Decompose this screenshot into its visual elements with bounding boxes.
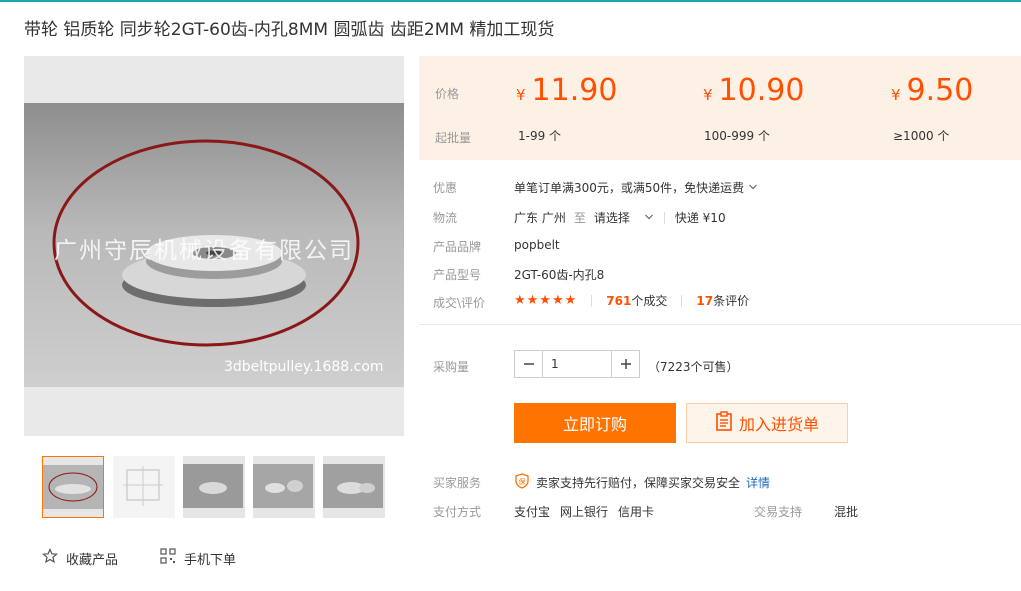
service-details-link[interactable]: 详情 xyxy=(746,474,770,491)
svg-text:保: 保 xyxy=(519,477,526,486)
discount-label: 优惠 xyxy=(433,181,458,195)
minus-icon xyxy=(523,363,534,365)
mobile-order-label: 手机下单 xyxy=(184,552,237,568)
logistics-from: 广东 广州 xyxy=(514,211,566,225)
decrease-button[interactable] xyxy=(515,351,543,377)
payment-label: 支付方式 xyxy=(433,505,482,519)
top-accent-line xyxy=(0,0,1021,2)
watermark-site: 3dbeltpulley.1688.com xyxy=(224,359,384,375)
deal-suffix: 个成交 xyxy=(631,294,668,308)
payment-netbank: 网上银行 xyxy=(560,505,609,519)
logistics-to: 至 xyxy=(573,211,586,225)
product-title: 带轮 铝质轮 同步轮2GT-60齿-内孔8MM 圆弧齿 齿距2MM 精加工现货 xyxy=(24,20,555,40)
star-outline-icon xyxy=(42,548,58,568)
divider xyxy=(681,294,683,307)
divider xyxy=(663,211,665,224)
payment-creditcard: 信用卡 xyxy=(618,505,655,519)
service-label: 买家服务 xyxy=(433,476,482,490)
brand-value: popbelt xyxy=(514,238,560,252)
qr-code-icon xyxy=(160,548,176,568)
thumbnail-4[interactable] xyxy=(253,456,315,518)
service-value: 保 卖家支持先行赔付，保障买家交易安全 详情 xyxy=(514,473,770,492)
destination-select-label: 请选择 xyxy=(593,211,630,225)
thumbnail-5[interactable] xyxy=(323,456,385,518)
range-tier-3: ≥1000 个 xyxy=(893,129,950,143)
service-text: 卖家支持先行赔付，保障买家交易安全 xyxy=(536,476,741,490)
plus-icon xyxy=(620,359,631,369)
currency-symbol: ¥ xyxy=(891,86,901,104)
thumbnail-2[interactable] xyxy=(113,456,175,518)
watermark-company: 广州守辰机械设备有限公司 xyxy=(54,238,354,264)
thumbnail-3[interactable] xyxy=(183,456,245,518)
quantity-input[interactable] xyxy=(543,351,611,377)
clipboard-icon xyxy=(715,411,733,435)
chevron-down-icon xyxy=(748,181,758,195)
price-value: 9.50 xyxy=(906,73,974,108)
qty-label: 采购量 xyxy=(433,360,470,374)
product-photo: 广州守辰机械设备有限公司 3dbeltpulley.1688.com xyxy=(24,103,404,387)
review-suffix: 条评价 xyxy=(713,294,750,308)
logistics-value: 广东 广州 至 请选择 快递 ¥10 xyxy=(514,209,726,226)
price-tier-1: ¥11.90 xyxy=(516,73,617,108)
discount-text: 单笔订单满300元，或满50件，免快递运费 xyxy=(514,181,745,195)
brand-label: 产品品牌 xyxy=(433,240,482,254)
model-value: 2GT-60齿-内孔8 xyxy=(514,268,605,282)
payment-alipay: 支付宝 xyxy=(514,505,551,519)
favorite-label: 收藏产品 xyxy=(66,552,119,568)
discount-value[interactable]: 单笔订单满300元，或满50件，免快递运费 xyxy=(514,179,758,196)
buy-now-button[interactable]: 立即订购 xyxy=(514,403,676,443)
trade-support-value: 混批 xyxy=(834,505,859,519)
price-value: 10.90 xyxy=(718,73,805,108)
section-divider xyxy=(419,324,1021,325)
price-box: 价格 起批量 ¥11.90 ¥10.90 ¥9.50 1-99 个 100-99… xyxy=(419,56,1021,160)
price-value: 11.90 xyxy=(531,73,618,108)
stock-text: （7223个可售） xyxy=(648,360,739,374)
review-count-link[interactable]: 17条评价 xyxy=(696,292,749,309)
trade-support-label: 交易支持 xyxy=(754,505,803,519)
model-label: 产品型号 xyxy=(433,268,482,282)
chevron-down-icon xyxy=(644,211,654,225)
rating-stars: ★★★★★ xyxy=(514,293,578,308)
add-to-cart-label: 加入进货单 xyxy=(738,415,819,434)
increase-button[interactable] xyxy=(611,351,639,377)
price-tier-3: ¥9.50 xyxy=(891,73,973,108)
range-tier-1: 1-99 个 xyxy=(518,129,562,143)
deal-count: 761 xyxy=(606,294,632,308)
batch-label: 起批量 xyxy=(435,131,472,145)
range-tier-2: 100-999 个 xyxy=(704,129,770,143)
thumbnail-1[interactable] xyxy=(42,456,104,518)
review-count: 17 xyxy=(696,294,714,308)
deal-review-label: 成交\评价 xyxy=(433,296,486,310)
quantity-stepper xyxy=(514,350,640,378)
shield-icon: 保 xyxy=(514,473,530,492)
price-tier-2: ¥10.90 xyxy=(703,73,804,108)
add-to-cart-button[interactable]: 加入进货单 xyxy=(686,403,848,443)
express-fee: 快递 ¥10 xyxy=(674,211,726,225)
deal-count-link[interactable]: 761个成交 xyxy=(606,292,667,309)
currency-symbol: ¥ xyxy=(703,86,713,104)
divider xyxy=(591,294,593,307)
buy-now-label: 立即订购 xyxy=(562,415,627,434)
mobile-order-button[interactable]: 手机下单 xyxy=(160,548,236,568)
price-label: 价格 xyxy=(435,87,460,101)
payment-methods: 支付宝 网上银行 信用卡 xyxy=(514,503,654,520)
currency-symbol: ¥ xyxy=(516,86,526,104)
deal-review-value: ★★★★★ 761个成交 17条评价 xyxy=(514,292,749,309)
logistics-label: 物流 xyxy=(433,211,458,225)
main-product-image[interactable]: 广州守辰机械设备有限公司 3dbeltpulley.1688.com xyxy=(24,56,404,436)
destination-select[interactable]: 请选择 xyxy=(594,209,654,226)
favorite-button[interactable]: 收藏产品 xyxy=(42,548,118,568)
